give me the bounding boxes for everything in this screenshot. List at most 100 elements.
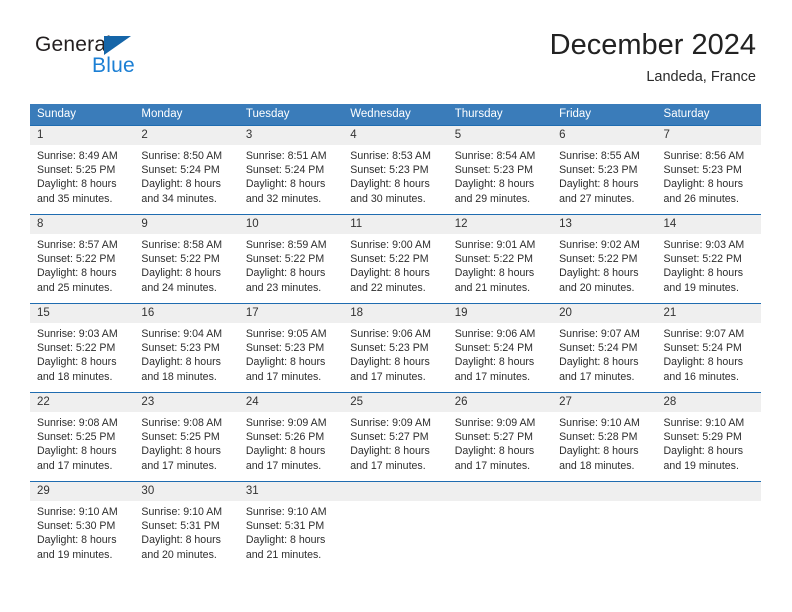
- daylight-text-line1: Daylight: 8 hours: [141, 267, 221, 280]
- day-details: Sunrise: 9:01 AM Sunset: 5:22 PM Dayligh…: [448, 234, 552, 295]
- daylight-text-line2: and 17 minutes.: [141, 459, 217, 472]
- daylight-text-line1: Daylight: 8 hours: [559, 356, 639, 369]
- daylight-text-line1: Daylight: 8 hours: [141, 445, 221, 458]
- day-details: Sunrise: 9:10 AM Sunset: 5:31 PM Dayligh…: [239, 501, 343, 562]
- day-number-band: [343, 482, 448, 501]
- day-cell[interactable]: 27 Sunrise: 9:10 AM Sunset: 5:28 PM Dayl…: [552, 393, 657, 481]
- day-cell[interactable]: 18 Sunrise: 9:06 AM Sunset: 5:23 PM Dayl…: [343, 304, 448, 392]
- day-number-band: 6: [552, 126, 657, 145]
- day-cell[interactable]: 29 Sunrise: 9:10 AM Sunset: 5:30 PM Dayl…: [30, 482, 135, 571]
- day-cell[interactable]: 8 Sunrise: 8:57 AM Sunset: 5:22 PM Dayli…: [30, 215, 135, 303]
- day-number: 18: [350, 307, 364, 319]
- day-cell[interactable]: 30 Sunrise: 9:10 AM Sunset: 5:31 PM Dayl…: [134, 482, 239, 571]
- daylight-text-line2: and 30 minutes.: [350, 192, 426, 205]
- day-cell[interactable]: 14 Sunrise: 9:03 AM Sunset: 5:22 PM Dayl…: [656, 215, 761, 303]
- daylight-text-line2: and 17 minutes.: [350, 459, 426, 472]
- sunrise-text: Sunrise: 8:55 AM: [559, 150, 640, 162]
- day-number-band: 10: [238, 215, 344, 234]
- day-cell[interactable]: 22 Sunrise: 9:08 AM Sunset: 5:25 PM Dayl…: [30, 393, 135, 481]
- sunset-text: Sunset: 5:29 PM: [663, 431, 742, 444]
- daylight-text-line2: and 29 minutes.: [454, 192, 531, 205]
- day-number-band: 9: [134, 215, 239, 234]
- day-cell[interactable]: 24 Sunrise: 9:09 AM Sunset: 5:26 PM Dayl…: [238, 393, 344, 481]
- day-details: Sunrise: 8:55 AM Sunset: 5:23 PM Dayligh…: [552, 145, 656, 206]
- sunset-text: Sunset: 5:22 PM: [37, 342, 116, 355]
- day-cell[interactable]: 15 Sunrise: 9:03 AM Sunset: 5:22 PM Dayl…: [30, 304, 135, 392]
- weekday-header-saturday: Saturday: [663, 108, 710, 120]
- sunset-text: Sunset: 5:24 PM: [454, 342, 534, 355]
- weekday-header-monday: Monday: [141, 108, 183, 120]
- daylight-text-line2: and 21 minutes.: [454, 281, 531, 294]
- weekday-header-tuesday: Tuesday: [245, 108, 290, 120]
- sunset-text: Sunset: 5:28 PM: [559, 431, 638, 444]
- day-number: 23: [141, 396, 155, 408]
- logo-text-blue: Blue: [92, 54, 135, 77]
- day-cell[interactable]: 11 Sunrise: 9:00 AM Sunset: 5:22 PM Dayl…: [343, 215, 448, 303]
- general-blue-logo[interactable]: General Blue: [35, 33, 255, 88]
- day-cell[interactable]: 21 Sunrise: 9:07 AM Sunset: 5:24 PM Dayl…: [656, 304, 761, 392]
- day-cell[interactable]: 4 Sunrise: 8:53 AM Sunset: 5:23 PM Dayli…: [343, 126, 448, 214]
- day-cell[interactable]: 23 Sunrise: 9:08 AM Sunset: 5:25 PM Dayl…: [134, 393, 239, 481]
- day-cell[interactable]: 12 Sunrise: 9:01 AM Sunset: 5:22 PM Dayl…: [447, 215, 553, 303]
- page-title: December 2024: [549, 29, 756, 61]
- day-number-band: 17: [238, 304, 344, 323]
- sunrise-text: Sunrise: 8:58 AM: [141, 239, 223, 251]
- day-details: Sunrise: 9:08 AM Sunset: 5:25 PM Dayligh…: [30, 412, 134, 473]
- day-number-band: 15: [30, 304, 135, 323]
- day-cell[interactable]: 31 Sunrise: 9:10 AM Sunset: 5:31 PM Dayl…: [238, 482, 344, 571]
- daylight-text-line1: Daylight: 8 hours: [350, 178, 430, 191]
- day-cell[interactable]: 20 Sunrise: 9:07 AM Sunset: 5:24 PM Dayl…: [552, 304, 657, 392]
- sunrise-text: Sunrise: 8:59 AM: [245, 239, 327, 251]
- day-cell[interactable]: 16 Sunrise: 9:04 AM Sunset: 5:23 PM Dayl…: [134, 304, 239, 392]
- sunrise-text: Sunrise: 9:03 AM: [663, 239, 745, 251]
- sunset-text: Sunset: 5:22 PM: [663, 253, 742, 266]
- day-number: 25: [350, 396, 364, 408]
- daylight-text-line1: Daylight: 8 hours: [245, 178, 326, 191]
- day-number-band: 18: [343, 304, 448, 323]
- day-number-band: 4: [343, 126, 448, 145]
- day-number-band: 22: [30, 393, 135, 412]
- day-number-band: 23: [134, 393, 239, 412]
- day-number-band: 5: [447, 126, 553, 145]
- day-cell[interactable]: 10 Sunrise: 8:59 AM Sunset: 5:22 PM Dayl…: [238, 215, 344, 303]
- day-cell[interactable]: 17 Sunrise: 9:05 AM Sunset: 5:23 PM Dayl…: [238, 304, 344, 392]
- day-details: Sunrise: 8:49 AM Sunset: 5:25 PM Dayligh…: [30, 145, 134, 206]
- day-number-band: 26: [447, 393, 553, 412]
- daylight-text-line1: Daylight: 8 hours: [663, 267, 744, 280]
- day-cell[interactable]: 9 Sunrise: 8:58 AM Sunset: 5:22 PM Dayli…: [134, 215, 239, 303]
- day-cell[interactable]: 28 Sunrise: 9:10 AM Sunset: 5:29 PM Dayl…: [656, 393, 761, 481]
- day-cell[interactable]: 5 Sunrise: 8:54 AM Sunset: 5:23 PM Dayli…: [447, 126, 553, 214]
- day-cell[interactable]: 19 Sunrise: 9:06 AM Sunset: 5:24 PM Dayl…: [447, 304, 553, 392]
- day-number: 12: [454, 218, 468, 230]
- day-details: Sunrise: 9:06 AM Sunset: 5:24 PM Dayligh…: [448, 323, 552, 384]
- day-details: Sunrise: 9:07 AM Sunset: 5:24 PM Dayligh…: [552, 323, 656, 384]
- daylight-text-line2: and 20 minutes.: [559, 281, 635, 294]
- day-number-band: 31: [238, 482, 344, 501]
- day-cell[interactable]: 7 Sunrise: 8:56 AM Sunset: 5:23 PM Dayli…: [656, 126, 761, 214]
- sunrise-text: Sunrise: 8:57 AM: [37, 239, 118, 251]
- sunset-text: Sunset: 5:30 PM: [37, 520, 116, 533]
- day-number-band: 7: [656, 126, 761, 145]
- week-row: 29 Sunrise: 9:10 AM Sunset: 5:30 PM Dayl…: [30, 481, 761, 571]
- sunrise-text: Sunrise: 9:10 AM: [663, 417, 745, 429]
- day-cell[interactable]: 26 Sunrise: 9:09 AM Sunset: 5:27 PM Dayl…: [447, 393, 553, 481]
- daylight-text-line1: Daylight: 8 hours: [663, 356, 744, 369]
- daylight-text-line2: and 20 minutes.: [141, 548, 217, 561]
- day-number-band: 11: [343, 215, 448, 234]
- sunrise-text: Sunrise: 9:09 AM: [245, 417, 327, 429]
- day-details: Sunrise: 8:59 AM Sunset: 5:22 PM Dayligh…: [239, 234, 343, 295]
- daylight-text-line1: Daylight: 8 hours: [245, 445, 326, 458]
- day-cell[interactable]: 6 Sunrise: 8:55 AM Sunset: 5:23 PM Dayli…: [552, 126, 657, 214]
- day-cell[interactable]: 3 Sunrise: 8:51 AM Sunset: 5:24 PM Dayli…: [238, 126, 344, 214]
- daylight-text-line1: Daylight: 8 hours: [37, 178, 117, 191]
- day-cell[interactable]: 13 Sunrise: 9:02 AM Sunset: 5:22 PM Dayl…: [552, 215, 657, 303]
- day-details: Sunrise: 9:03 AM Sunset: 5:22 PM Dayligh…: [30, 323, 134, 384]
- daylight-text-line2: and 34 minutes.: [141, 192, 217, 205]
- week-row: 1 Sunrise: 8:49 AM Sunset: 5:25 PM Dayli…: [30, 125, 761, 214]
- daylight-text-line2: and 26 minutes.: [663, 192, 739, 205]
- day-cell[interactable]: 2 Sunrise: 8:50 AM Sunset: 5:24 PM Dayli…: [134, 126, 239, 214]
- weekday-header-friday: Friday: [559, 108, 592, 120]
- sunrise-text: Sunrise: 9:01 AM: [454, 239, 536, 251]
- day-cell[interactable]: 25 Sunrise: 9:09 AM Sunset: 5:27 PM Dayl…: [343, 393, 448, 481]
- day-cell[interactable]: 1 Sunrise: 8:49 AM Sunset: 5:25 PM Dayli…: [30, 126, 135, 214]
